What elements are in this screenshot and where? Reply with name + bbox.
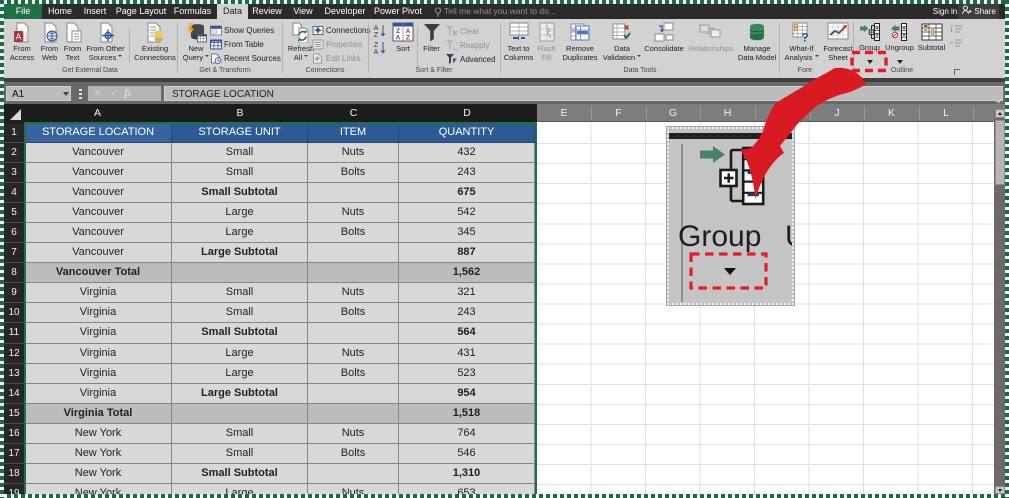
svg-text:Z: Z [374,42,379,49]
svg-text:Z: Z [374,32,379,38]
svg-text:A: A [374,25,379,32]
svg-text:A: A [16,32,22,42]
svg-text:A: A [374,49,379,55]
svg-text:Z: Z [406,35,410,42]
svg-text:?: ? [801,31,808,44]
svg-text:A: A [396,35,401,42]
